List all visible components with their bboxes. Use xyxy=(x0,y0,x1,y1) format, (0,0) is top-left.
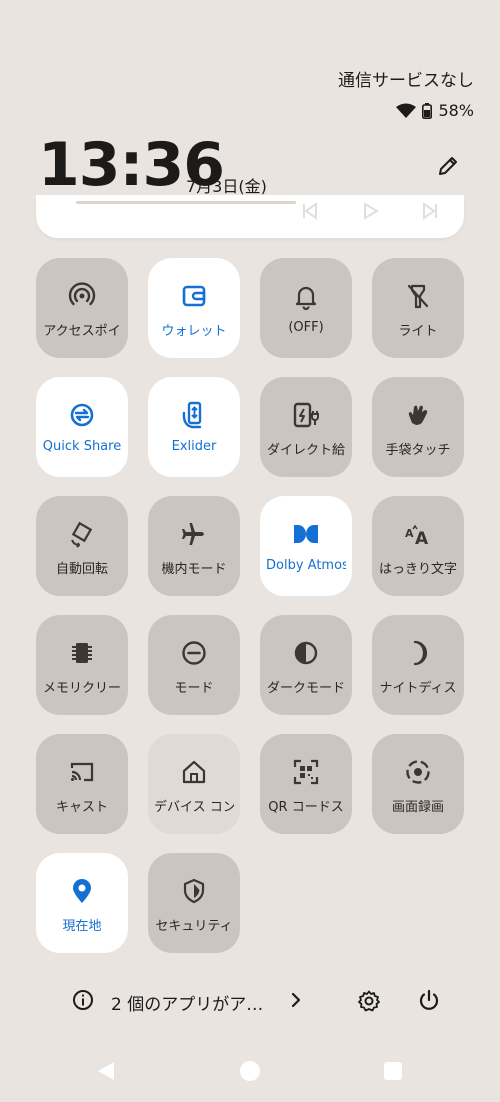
qr-scan-icon xyxy=(292,758,320,786)
tile-label: Exlider xyxy=(171,439,217,454)
navigation-bar xyxy=(0,1052,500,1092)
pencil-icon xyxy=(436,154,460,182)
tile-glove[interactable]: 手袋タッチ xyxy=(372,377,464,477)
media-progress xyxy=(76,201,296,204)
tile-label: アクセスポイ xyxy=(43,324,121,339)
tile-memory-chip[interactable]: メモリクリー xyxy=(36,615,128,715)
media-controls xyxy=(300,201,440,225)
play-icon xyxy=(360,201,380,225)
bell-icon xyxy=(292,282,320,310)
active-apps-message[interactable]: 2 個のアプリがア… xyxy=(111,990,263,1015)
font-size-icon: AA xyxy=(404,520,432,548)
tile-label: デバイス コン xyxy=(154,800,234,815)
tile-home[interactable]: デバイス コン xyxy=(148,734,240,834)
do-not-disturb-icon xyxy=(180,639,208,667)
battery-icon xyxy=(422,102,433,119)
chevron-right-icon[interactable] xyxy=(288,990,304,1014)
carrier-status: 通信サービスなし xyxy=(338,71,474,91)
tile-label: メモリクリー xyxy=(42,681,121,696)
tile-bell[interactable]: (OFF) xyxy=(260,258,352,358)
tile-location[interactable]: 現在地 xyxy=(36,853,128,953)
exlider-icon xyxy=(180,401,208,429)
tile-quick-share[interactable]: Quick Share xyxy=(36,377,128,477)
tile-label: Dolby Atmos xyxy=(266,558,346,573)
tile-dolby[interactable]: Dolby Atmos xyxy=(260,496,352,596)
home-icon xyxy=(180,758,208,786)
tile-label: 画面録画 xyxy=(391,800,444,815)
wallet-icon xyxy=(180,282,208,310)
next-icon xyxy=(420,201,440,225)
dolby-icon xyxy=(292,520,320,548)
tile-label: 現在地 xyxy=(62,919,102,934)
previous-icon xyxy=(300,201,320,225)
flashlight-off-icon xyxy=(404,282,432,310)
svg-text:A: A xyxy=(415,529,429,548)
tile-do-not-disturb[interactable]: モード xyxy=(148,615,240,715)
tile-screen-record[interactable]: 画面録画 xyxy=(372,734,464,834)
quick-share-icon xyxy=(68,401,96,429)
tile-exlider[interactable]: Exlider xyxy=(148,377,240,477)
tile-night-light[interactable]: ナイトディス xyxy=(372,615,464,715)
tile-font-size[interactable]: A A はっきり文字 xyxy=(372,496,464,596)
tile-label: ウォレット xyxy=(161,324,227,339)
tile-label: モード xyxy=(174,681,214,696)
footer-bar: 2 個のアプリがア… xyxy=(0,980,500,1022)
battery-percent: 58% xyxy=(438,101,474,120)
auto-rotate-icon xyxy=(68,520,96,548)
tile-label: (OFF) xyxy=(288,320,324,335)
glove-icon xyxy=(404,401,432,429)
edit-button[interactable] xyxy=(430,150,466,186)
back-icon[interactable] xyxy=(96,1060,116,1086)
memory-chip-icon xyxy=(68,639,96,667)
tile-label: 手袋タッチ xyxy=(385,443,451,458)
date[interactable]: 7月3日(金) xyxy=(186,173,267,197)
power-icon[interactable] xyxy=(417,988,441,1016)
tile-label: 自動回転 xyxy=(55,562,108,577)
tile-wallet[interactable]: ウォレット xyxy=(148,258,240,358)
recent-apps-button[interactable] xyxy=(384,1062,402,1080)
media-player-card[interactable] xyxy=(36,195,464,238)
hotspot-icon xyxy=(68,282,96,310)
tile-label: ダイレクト給 xyxy=(266,443,345,458)
tile-qr-scan[interactable]: QR コードス xyxy=(260,734,352,834)
tile-label: Quick Share xyxy=(42,439,122,454)
tile-label: ダークモード xyxy=(266,681,345,696)
tile-airplane[interactable]: 機内モード xyxy=(148,496,240,596)
screen-record-icon xyxy=(404,758,432,786)
tile-label: ナイトディス xyxy=(379,681,457,696)
tile-direct-charge[interactable]: ダイレクト給 xyxy=(260,377,352,477)
tile-label: キャスト xyxy=(55,800,108,815)
tile-auto-rotate[interactable]: 自動回転 xyxy=(36,496,128,596)
home-button[interactable] xyxy=(240,1061,260,1081)
tile-dark-mode[interactable]: ダークモード xyxy=(260,615,352,715)
direct-charge-icon xyxy=(292,401,320,429)
location-icon xyxy=(68,877,96,905)
tile-label: ライト xyxy=(398,324,438,339)
cast-icon xyxy=(68,758,96,786)
info-icon[interactable] xyxy=(72,989,94,1015)
svg-text:A: A xyxy=(405,527,414,540)
tile-label: QR コードス xyxy=(268,800,344,815)
settings-gear-icon[interactable] xyxy=(357,989,381,1017)
tile-hotspot[interactable]: アクセスポイ xyxy=(36,258,128,358)
tile-label: セキュリティ xyxy=(155,919,233,934)
tile-shield[interactable]: セキュリティ xyxy=(148,853,240,953)
airplane-icon xyxy=(180,520,208,548)
quick-settings-grid: アクセスポイ ウォレット (OFF) ライト Quick Share Exlider ダイレ… xyxy=(36,258,464,953)
shield-icon xyxy=(180,877,208,905)
night-light-icon xyxy=(404,639,432,667)
status-bar: 58% xyxy=(396,101,474,120)
wifi-icon xyxy=(396,103,417,118)
tile-label: はっきり文字 xyxy=(378,562,457,577)
dark-mode-icon xyxy=(292,639,320,667)
tile-flashlight-off[interactable]: ライト xyxy=(372,258,464,358)
tile-label: 機内モード xyxy=(161,562,227,577)
tile-cast[interactable]: キャスト xyxy=(36,734,128,834)
